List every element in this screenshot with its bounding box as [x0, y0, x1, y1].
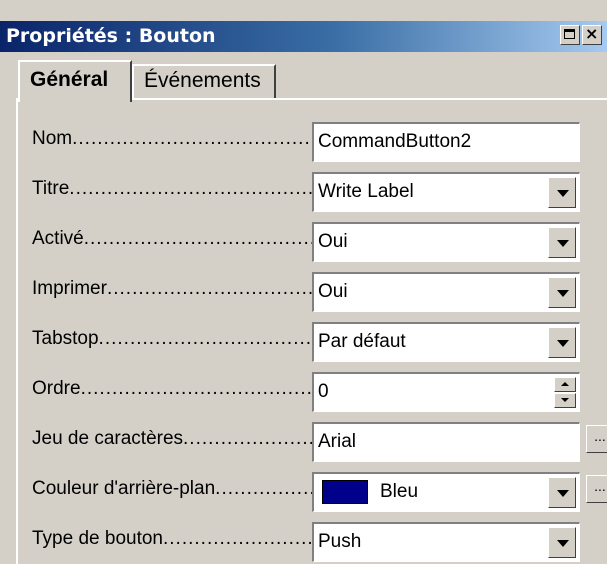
button-type-value: Push [318, 531, 362, 552]
title-dropdown[interactable]: Write Label [312, 172, 580, 212]
property-label: Tabstop.................................… [32, 328, 314, 356]
font-field[interactable]: Arial [312, 422, 580, 462]
property-row-tabstop: Tabstop.................................… [32, 322, 602, 362]
enabled-value: Oui [318, 231, 348, 252]
dot-leader: ........................................ [183, 428, 314, 449]
print-value: Oui [318, 281, 348, 302]
maximize-button[interactable] [560, 25, 580, 45]
property-label-text: Tabstop [32, 328, 99, 349]
property-label: Jeu de caractères.......................… [32, 428, 314, 456]
property-label: Type de bouton..........................… [32, 528, 314, 556]
tab-general[interactable]: Général [18, 60, 132, 102]
property-row-nom: Nom.....................................… [32, 122, 602, 162]
dot-leader: ........................................ [69, 178, 314, 199]
order-spinner[interactable]: 0 [312, 372, 580, 412]
property-row-font: Jeu de caractères.......................… [32, 422, 607, 462]
spin-down-button[interactable] [554, 393, 576, 408]
tabstop-value: Par défaut [318, 331, 406, 352]
properties-dialog: Propriétés : Bouton × Général Événements… [0, 0, 607, 564]
property-label-text: Activé [32, 228, 84, 249]
title-value: Write Label [318, 181, 414, 202]
tab-events[interactable]: Événements [132, 64, 276, 98]
dot-leader: ........................................ [83, 228, 314, 249]
spin-up-button[interactable] [554, 377, 576, 392]
chevron-down-icon [557, 540, 569, 547]
font-browse-button[interactable]: ... [586, 425, 607, 453]
dot-leader: ........................................ [98, 328, 314, 349]
property-label: Couleur d'arrière-plan..................… [32, 478, 314, 506]
dropdown-button[interactable] [548, 327, 576, 358]
property-label: Imprimer................................… [32, 278, 314, 306]
property-row-ordre: Ordre...................................… [32, 372, 602, 412]
property-label-text: Couleur d'arrière-plan [32, 478, 216, 499]
tab-strip: Général Événements [0, 60, 607, 102]
dropdown-button[interactable] [548, 277, 576, 308]
chevron-down-icon [557, 340, 569, 347]
chevron-down-icon [557, 190, 569, 197]
background-color-value: Bleu [380, 481, 419, 502]
close-button[interactable]: × [582, 24, 602, 45]
chevron-down-icon [557, 490, 569, 497]
print-dropdown[interactable]: Oui [312, 272, 580, 312]
property-label-text: Nom [32, 128, 73, 149]
chevron-down-icon [557, 290, 569, 297]
order-value: 0 [318, 381, 329, 402]
name-input[interactable]: CommandButton2 [312, 122, 580, 162]
property-label: Ordre...................................… [32, 378, 314, 406]
property-row-background-color: Couleur d'arrière-plan..................… [32, 472, 607, 512]
property-label: Nom.....................................… [32, 128, 314, 156]
property-row-button-type: Type de bouton..........................… [32, 522, 602, 562]
dropdown-button[interactable] [548, 177, 576, 208]
property-row-active: Activé..................................… [32, 222, 602, 262]
background-color-dropdown[interactable]: Bleu [312, 472, 580, 512]
dot-leader: ........................................ [106, 278, 314, 299]
spinner-buttons [554, 377, 576, 408]
property-label-text: Imprimer [32, 278, 107, 299]
property-label-text: Titre [32, 178, 70, 199]
color-swatch [322, 479, 368, 504]
chevron-down-icon [557, 240, 569, 247]
title-bar[interactable]: Propriétés : Bouton × [0, 21, 607, 52]
tabstop-dropdown[interactable]: Par défaut [312, 322, 580, 362]
dot-leader: ........................................ [80, 378, 314, 399]
property-label: Activé..................................… [32, 228, 314, 256]
dropdown-button[interactable] [548, 527, 576, 558]
maximize-icon [564, 29, 575, 39]
property-label-text: Jeu de caractères [32, 428, 184, 449]
window-title: Propriétés : Bouton [6, 25, 216, 47]
close-icon: × [585, 24, 599, 43]
dot-leader: ........................................ [215, 478, 314, 499]
property-row-titre: Titre...................................… [32, 172, 602, 212]
enabled-dropdown[interactable]: Oui [312, 222, 580, 262]
property-label-text: Type de bouton [32, 528, 163, 549]
property-label-text: Ordre [32, 378, 81, 399]
dropdown-button[interactable] [548, 227, 576, 258]
button-type-dropdown[interactable]: Push [312, 522, 580, 562]
color-browse-button[interactable]: ... [586, 475, 607, 503]
dropdown-button[interactable] [548, 477, 576, 508]
dot-leader: ........................................ [163, 528, 314, 549]
property-row-imprimer: Imprimer................................… [32, 272, 602, 312]
dot-leader: ........................................ [72, 128, 314, 149]
property-label: Titre...................................… [32, 178, 314, 206]
